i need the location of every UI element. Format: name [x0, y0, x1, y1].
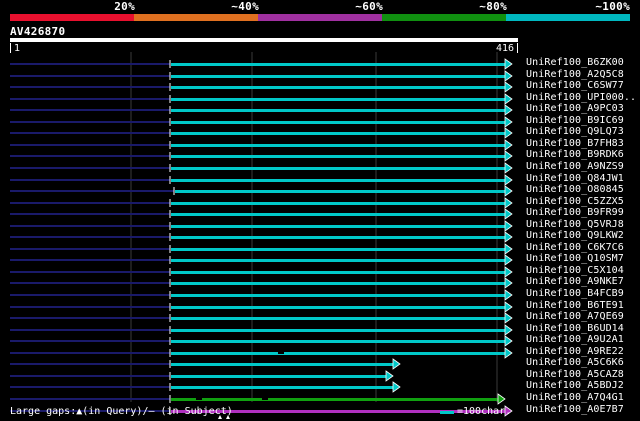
hit-label[interactable]: UniRef100_A9RE22: [526, 346, 624, 357]
hit-label[interactable]: UniRef100_A9PC03: [526, 103, 624, 114]
subject-gap-mark: [278, 352, 284, 354]
hit-arrow: [504, 220, 513, 232]
hit-arrow: [385, 370, 394, 382]
hit-arrow: [504, 150, 513, 162]
hit-bar: [171, 317, 507, 320]
hit-label[interactable]: UniRef100_A2Q5C8: [526, 69, 624, 80]
hit-label[interactable]: UniRef100_B7FH83: [526, 138, 624, 149]
hit-arrow: [504, 208, 513, 220]
hit-label[interactable]: UniRef100_C5ZZX5: [526, 196, 624, 207]
hit-bar: [171, 86, 507, 89]
scale-label: =100char.: [457, 406, 512, 417]
hit-bar: [171, 144, 507, 147]
hit-arrow: [504, 81, 513, 93]
hit-arrow: [504, 58, 513, 70]
scale-bar: [440, 411, 454, 414]
hit-label[interactable]: UniRef100_A7Q4G1: [526, 392, 624, 403]
hit-label[interactable]: UniRef100_B6TE91: [526, 300, 624, 311]
hit-label[interactable]: UniRef100_B6UD14: [526, 323, 624, 334]
hit-arrow: [504, 197, 513, 209]
hit-bar: [171, 375, 388, 378]
hit-bar: [171, 179, 507, 182]
hit-arrow: [504, 335, 513, 347]
hit-label[interactable]: UniRef100_C6K7C6: [526, 242, 624, 253]
hit-bar: [171, 155, 507, 158]
hit-bar: [171, 225, 507, 228]
hit-label[interactable]: UniRef100_A9NKE7: [526, 276, 624, 287]
hit-arrow: [504, 243, 513, 255]
hit-arrow: [392, 358, 401, 370]
hit-arrow: [504, 93, 513, 105]
hit-bar: [171, 236, 507, 239]
hit-bar: [175, 190, 507, 193]
hit-label[interactable]: UniRef100_B9RDK6: [526, 149, 624, 160]
hit-bar: [171, 271, 507, 274]
hit-label[interactable]: UniRef100_B9IC69: [526, 115, 624, 126]
hit-label[interactable]: UniRef100_A9U2A1: [526, 334, 624, 345]
hit-bar: [171, 63, 507, 66]
hit-arrow: [504, 162, 513, 174]
hit-label[interactable]: UniRef100_O80845: [526, 184, 624, 195]
hit-bar: [171, 306, 507, 309]
hit-arrow: [504, 70, 513, 82]
hit-bar: [171, 248, 507, 251]
hit-arrow: [504, 266, 513, 278]
hit-label[interactable]: UniRef100_Q10SM7: [526, 253, 624, 264]
hit-bar: [171, 121, 507, 124]
hit-bar: [171, 75, 507, 78]
hit-bar: [171, 398, 500, 401]
hit-label[interactable]: UniRef100_Q9LQ73: [526, 126, 624, 137]
hit-arrow: [497, 393, 506, 405]
hit-bar: [171, 386, 395, 389]
hit-label[interactable]: UniRef100_A5CAZ8: [526, 369, 624, 380]
hit-label[interactable]: UniRef100_A5BDJ2: [526, 380, 624, 391]
hit-bar: [171, 109, 507, 112]
hit-arrow: [504, 231, 513, 243]
hit-label[interactable]: UniRef100_Q84JW1: [526, 173, 624, 184]
hit-bar: [171, 259, 507, 262]
hit-arrow: [504, 312, 513, 324]
hit-label[interactable]: UniRef100_A7QE69: [526, 311, 624, 322]
hit-bar: [171, 363, 395, 366]
hit-arrow: [504, 301, 513, 313]
hit-label[interactable]: UniRef100_B6ZK00: [526, 57, 624, 68]
hit-arrow: [504, 174, 513, 186]
hit-arrow: [504, 254, 513, 266]
hit-arrow: [504, 116, 513, 128]
subject-gap-mark: [262, 398, 268, 400]
hit-label[interactable]: UniRef100_Q5VRJ8: [526, 219, 624, 230]
hit-bar: [171, 282, 507, 285]
hit-label[interactable]: UniRef100_C5X104: [526, 265, 624, 276]
hit-arrow: [504, 347, 513, 359]
hit-bar: [171, 98, 507, 101]
hit-arrow: [504, 127, 513, 139]
hit-arrow: [504, 277, 513, 289]
hit-label[interactable]: UniRef100_B9FR99: [526, 207, 624, 218]
hit-bar: [171, 329, 507, 332]
hit-bar: [171, 167, 507, 170]
hit-bar: [171, 213, 507, 216]
hit-bar: [171, 340, 507, 343]
hit-arrow: [504, 324, 513, 336]
hit-bar: [171, 294, 507, 297]
hit-label[interactable]: UniRef100_UPI000..: [526, 92, 636, 103]
hit-bar: [171, 132, 507, 135]
hit-arrow: [504, 185, 513, 197]
hit-label[interactable]: UniRef100_A5C6K6: [526, 357, 624, 368]
hit-arrow: [504, 289, 513, 301]
hit-arrow: [504, 139, 513, 151]
hit-label[interactable]: UniRef100_A9NZS9: [526, 161, 624, 172]
hit-label[interactable]: UniRef100_Q9LKW2: [526, 230, 624, 241]
hit-label[interactable]: UniRef100_C6SW77: [526, 80, 624, 91]
subject-gap-mark: [196, 398, 202, 400]
hit-arrow: [504, 104, 513, 116]
gaps-legend: Large gaps:▲(in Query)/– (in Subject): [10, 406, 233, 417]
hit-label[interactable]: UniRef100_A0E7B7: [526, 404, 624, 415]
hit-arrow: [392, 381, 401, 393]
hit-bar: [171, 352, 507, 355]
hit-label[interactable]: UniRef100_B4FCB9: [526, 288, 624, 299]
hit-bar: [171, 202, 507, 205]
